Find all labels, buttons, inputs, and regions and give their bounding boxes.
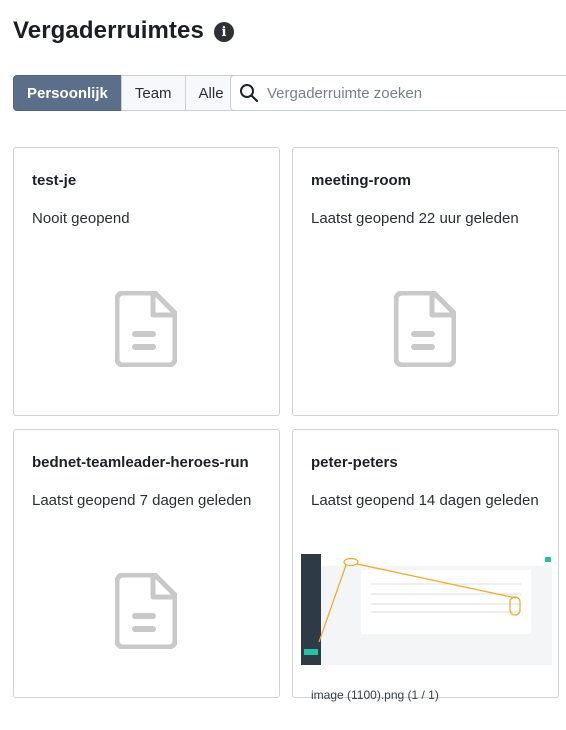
room-last-opened: Laatst geopend 7 dagen geleden [32, 492, 252, 509]
room-title: test-je [32, 172, 77, 189]
filter-personal-button[interactable]: Persoonlijk [13, 75, 122, 111]
search-icon [240, 84, 259, 103]
thumbnail-caption: image (1100).png (1 / 1) [311, 688, 439, 702]
room-card[interactable]: meeting-room Laatst geopend 22 uur geled… [292, 147, 559, 416]
room-last-opened: Nooit geopend [32, 210, 130, 227]
info-icon[interactable]: i [213, 22, 234, 42]
room-card[interactable]: bednet-teamleader-heroes-run Laatst geop… [13, 429, 280, 698]
document-icon [115, 573, 177, 649]
room-last-opened: Laatst geopend 14 dagen geleden [311, 492, 539, 509]
room-title: bednet-teamleader-heroes-run [32, 454, 249, 471]
room-card[interactable]: test-je Nooit geopend [13, 147, 280, 416]
document-icon [394, 291, 456, 367]
search-box [230, 75, 566, 111]
room-last-opened: Laatst geopend 22 uur geleden [311, 210, 519, 227]
room-title: peter-peters [311, 454, 398, 471]
search-input[interactable] [267, 84, 557, 102]
scope-filter-group: Persoonlijk Team Alle [13, 75, 238, 111]
image-thumbnail[interactable] [301, 554, 552, 665]
page-title: Vergaderruimtes [13, 17, 204, 44]
room-title: meeting-room [311, 172, 412, 189]
room-card[interactable]: peter-peters Laatst geopend 14 dagen gel… [292, 429, 559, 702]
screenshot-preview [301, 554, 552, 665]
document-icon [115, 291, 177, 367]
filter-team-button[interactable]: Team [120, 75, 186, 111]
page-header: Vergaderruimtes i [13, 17, 234, 45]
